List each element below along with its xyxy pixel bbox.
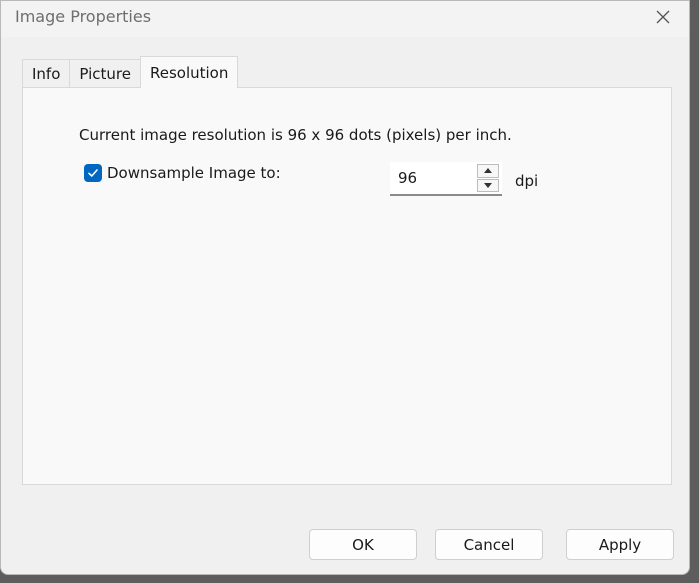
title-bar: Image Properties [1,1,689,37]
dpi-input[interactable] [390,162,474,196]
tab-label: Picture [79,65,131,83]
close-icon [656,10,670,24]
tab-label: Resolution [149,63,229,82]
dpi-spin-buttons [474,162,502,196]
ok-button[interactable]: OK [309,529,417,560]
downsample-label: Downsample Image to: [107,164,281,182]
downsample-checkbox[interactable] [84,164,102,182]
downsample-checkbox-row[interactable]: Downsample Image to: [84,164,281,182]
tab-info[interactable]: Info [22,59,71,88]
tab-label: Info [32,65,61,83]
checkmark-icon [88,169,98,177]
apply-button[interactable]: Apply [566,529,674,560]
tab-strip: Info Picture Resolution [22,56,239,88]
close-button[interactable] [649,5,677,29]
chevron-up-icon [484,168,492,174]
dpi-spinner [390,162,502,196]
current-resolution-text: Current image resolution is 96 x 96 dots… [79,126,512,144]
window-title: Image Properties [15,7,152,26]
tab-resolution[interactable]: Resolution [139,56,239,88]
chevron-down-icon [484,182,492,188]
image-properties-dialog: Image Properties Info Picture Resolution… [0,0,690,575]
dpi-increase-button[interactable] [477,164,499,178]
tab-picture[interactable]: Picture [69,59,141,88]
resolution-panel: Current image resolution is 96 x 96 dots… [22,87,672,485]
dpi-decrease-button[interactable] [477,178,499,192]
dpi-unit-label: dpi [515,172,539,190]
cancel-button[interactable]: Cancel [435,529,543,560]
